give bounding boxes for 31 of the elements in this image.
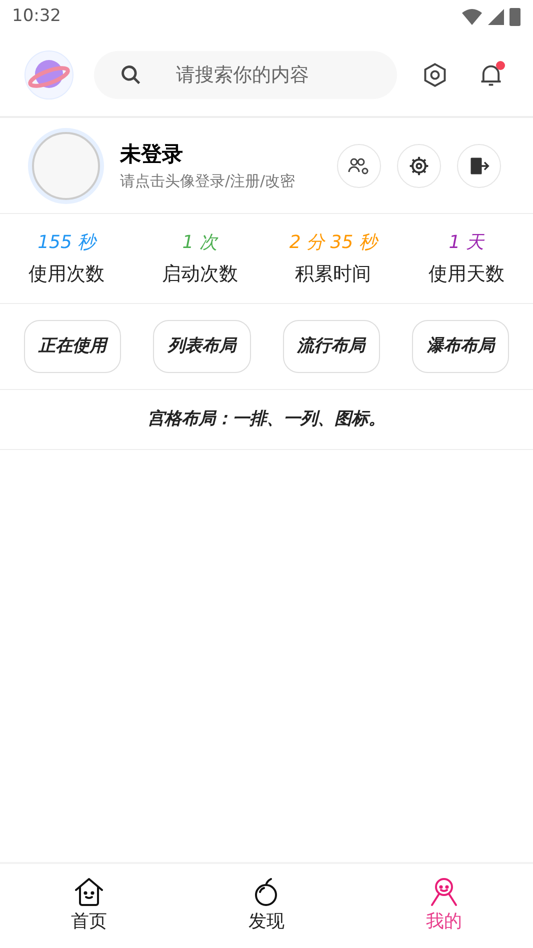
stat-label: 使用天数	[428, 262, 504, 287]
username: 未登录	[120, 140, 184, 168]
layout-button[interactable]: 列表布局	[153, 320, 250, 373]
stat-label: 使用次数	[28, 262, 105, 287]
planet-logo	[24, 50, 74, 100]
layout-note: 宫格布局：一排、一列、图标。	[148, 408, 386, 431]
wifi-icon	[461, 8, 483, 26]
stat-value: 2 分 35 秒	[289, 230, 377, 255]
stat-label: 积累时间	[295, 262, 372, 287]
status-time: 10:32	[12, 5, 61, 28]
logout-button[interactable]	[457, 144, 501, 188]
stat-value: 1 天	[448, 230, 484, 255]
battery-icon	[509, 7, 521, 27]
nav-tab[interactable]: 我的	[418, 876, 470, 935]
settings-button[interactable]	[397, 144, 441, 188]
signal-icon	[487, 8, 505, 26]
stat-value: 155 秒	[38, 230, 96, 255]
stat-value: 1 次	[182, 230, 218, 255]
layout-button[interactable]: 瀑布布局	[412, 320, 509, 373]
hexagon-icon	[422, 62, 448, 88]
nav-tab[interactable]: 首页	[62, 876, 115, 935]
stat-label: 启动次数	[162, 262, 238, 287]
settings-icon	[408, 154, 430, 176]
house-icon	[72, 876, 105, 908]
users-button[interactable]	[337, 144, 381, 188]
nav-tab[interactable]: 发现	[240, 876, 292, 935]
search-field[interactable]: 请搜索你的内容	[94, 51, 397, 99]
layout-button[interactable]: 流行布局	[282, 320, 380, 373]
search-icon	[120, 64, 142, 86]
layout-button[interactable]: 正在使用	[24, 320, 122, 373]
login-hint: 请点击头像登录/注册/改密	[120, 171, 296, 192]
